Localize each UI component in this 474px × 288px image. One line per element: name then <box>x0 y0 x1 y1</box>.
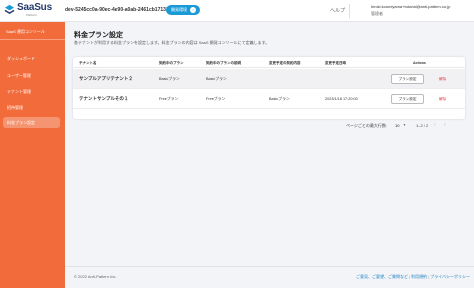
chevron-right-icon: › <box>190 6 196 13</box>
current-plan-description: Freeプラン <box>206 97 226 101</box>
rows-per-page-select[interactable]: 10 <box>395 123 399 128</box>
footer-separator: | <box>428 274 430 279</box>
environment-id: dev-5245cc0a-90ec-4e90-a0ab-2461cb171312 <box>65 7 172 13</box>
tenant-name: テナントサンプルその１ <box>79 96 129 101</box>
saasus-logo[interactable]: SaaSus Platform <box>4 2 60 19</box>
chevron-left-icon[interactable]: ‹ <box>434 122 436 128</box>
table-row: サンプルアプリテナント２ Basicプラン Basicプラン プラン設定 解除 <box>73 69 465 89</box>
current-plan: Freeプラン <box>159 97 179 101</box>
table-row: テナントサンプルその１ Freeプラン Freeプラン Basicプラン 202… <box>73 89 465 109</box>
chevron-right-icon[interactable]: › <box>444 122 446 128</box>
column-header-scheduled-date: 変更予定日時 <box>325 61 346 65</box>
copyright: © 2022 Anti-Pattern Inc. <box>74 274 117 279</box>
sidebar-divider <box>0 39 65 40</box>
privacy-policy-link[interactable]: プライバシーポリシー <box>430 274 470 279</box>
plan-settings-button[interactable]: プラン設定 <box>391 94 424 104</box>
terms-link[interactable]: 利用規約 <box>411 274 427 279</box>
sidebar-item-invitations[interactable]: 招待管理 <box>3 102 60 113</box>
column-header-actions: Actions <box>413 61 426 65</box>
logo-subtext: Platform <box>26 13 38 17</box>
column-header-tenant-name: テナント名 <box>79 61 97 65</box>
footer-divider <box>65 266 474 267</box>
help-link[interactable]: ヘルプ <box>330 7 345 14</box>
logo-text: SaaSus <box>17 2 52 13</box>
pricing-plan-table: テナント名 契約中のプラン 契約中のプランの説明 変更予定の契約内容 変更予定日… <box>73 57 465 119</box>
sidebar: SaaS 運用コンソール ダッシュボード ユーザー管理 テナント管理 招待管理 … <box>0 22 65 288</box>
footer-separator: | <box>409 274 411 279</box>
plan-settings-button[interactable]: プラン設定 <box>391 74 424 84</box>
column-header-current-plan-description: 契約中のプランの説明 <box>206 61 241 65</box>
user-email[interactable]: hiroki.koomiyama+tutorial@anti-pattern.c… <box>371 4 450 9</box>
sidebar-item-pricing-plans[interactable]: 料金プラン設定 <box>3 117 60 128</box>
sidebar-item-tenants[interactable]: テナント管理 <box>3 86 60 97</box>
top-header: SaaSus Platform dev-5245cc0a-90ec-4e90-a… <box>0 0 474 22</box>
saasus-logo-icon <box>4 4 15 15</box>
table-header: テナント名 契約中のプラン 契約中のプランの説明 変更予定の契約内容 変更予定日… <box>73 57 465 68</box>
user-role: 管理者 <box>371 11 383 16</box>
cancel-plan-link[interactable]: 解除 <box>439 77 446 82</box>
pagination-range: 1–2 / 2 <box>416 123 429 128</box>
sidebar-title: SaaS 運用コンソール <box>6 29 45 34</box>
page-title: 料金プラン設定 <box>74 32 123 39</box>
current-plan: Basicプラン <box>159 77 180 81</box>
rows-per-page-label: ページごとの最大行数: <box>346 123 387 128</box>
current-plan-description: Basicプラン <box>206 77 227 81</box>
tenant-name: サンプルアプリテナント２ <box>79 76 133 81</box>
scheduled-plan: Basicプラン <box>269 97 290 101</box>
footer-links: ご意見、ご要望、ご質問など|利用規約|プライバシーポリシー <box>356 274 470 280</box>
cancel-plan-link[interactable]: 解除 <box>439 97 446 102</box>
sidebar-item-users[interactable]: ユーザー管理 <box>3 70 60 81</box>
environment-badge-label: 開発環境 <box>171 7 187 12</box>
caret-down-icon[interactable]: ▼ <box>403 123 406 127</box>
column-header-current-plan: 契約中のプラン <box>159 61 184 65</box>
scheduled-date: 2023/1/18 17:20:00 <box>325 97 358 101</box>
feedback-link[interactable]: ご意見、ご要望、ご質問など <box>356 274 408 279</box>
page-description: 各テナントが利用する料金プランを設定します。料金プランの内容は SaaS 開発コ… <box>74 40 270 45</box>
column-header-scheduled-plan: 変更予定の契約内容 <box>269 61 301 65</box>
environment-switch-button[interactable]: 開発環境 › <box>166 5 200 15</box>
header-divider <box>349 4 350 18</box>
sidebar-item-dashboard[interactable]: ダッシュボード <box>3 53 60 64</box>
